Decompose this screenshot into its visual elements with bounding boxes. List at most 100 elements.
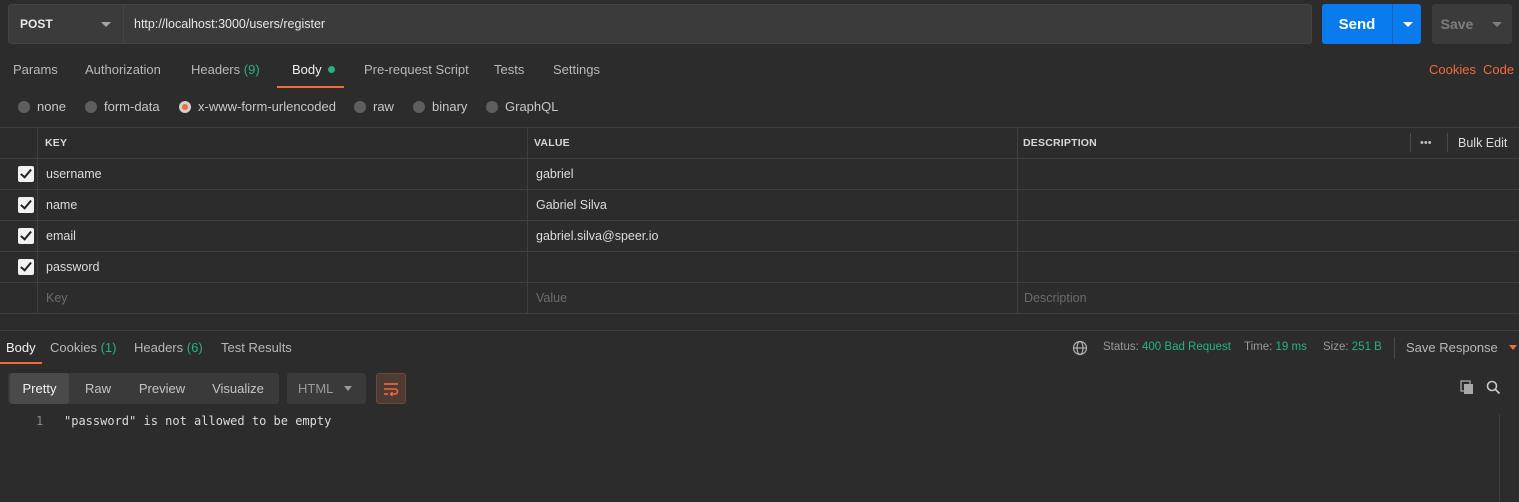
- save-options-button[interactable]: [1482, 4, 1512, 44]
- format-label: HTML: [298, 381, 334, 396]
- table-row: password: [0, 252, 1519, 283]
- table-row: email gabriel.silva@speer.io: [0, 221, 1519, 252]
- table-row: name Gabriel Silva: [0, 190, 1519, 221]
- row-checkbox[interactable]: [18, 197, 34, 213]
- save-button[interactable]: Save: [1432, 4, 1482, 44]
- row-checkbox[interactable]: [18, 228, 34, 244]
- response-tab-test-results[interactable]: Test Results: [221, 340, 292, 355]
- copy-icon[interactable]: [1460, 380, 1475, 395]
- radio-form-data[interactable]: form-data: [85, 99, 160, 114]
- tab-settings[interactable]: Settings: [553, 62, 600, 82]
- tab-tests[interactable]: Tests: [494, 62, 524, 82]
- response-status: Status: 400 Bad Request: [1103, 341, 1231, 353]
- radio-graphql[interactable]: GraphQL: [486, 99, 558, 114]
- radio-label: binary: [432, 99, 468, 114]
- response-time: Time: 19 ms: [1244, 341, 1307, 353]
- new-description-input[interactable]: Description: [1024, 283, 1087, 313]
- send-options-button[interactable]: [1392, 4, 1421, 44]
- tab-headers-label: Headers: [191, 62, 241, 77]
- cookies-link[interactable]: Cookies: [1429, 62, 1476, 82]
- param-value[interactable]: gabriel: [536, 159, 574, 189]
- radio-circle-icon: [413, 100, 425, 113]
- time-value[interactable]: 19 ms: [1276, 341, 1307, 353]
- param-key[interactable]: password: [46, 252, 100, 282]
- tab-body[interactable]: Body: [292, 62, 335, 82]
- size-label: Size:: [1323, 341, 1349, 353]
- radio-label: x-www-form-urlencoded: [198, 99, 336, 114]
- tab-params[interactable]: Params: [13, 62, 58, 82]
- table-header-row: KEY VALUE DESCRIPTION ••• Bulk Edit: [0, 128, 1519, 159]
- column-key-header: KEY: [45, 137, 68, 149]
- param-key[interactable]: name: [46, 190, 77, 220]
- tab-authorization[interactable]: Authorization: [85, 62, 161, 82]
- response-tab-cookies[interactable]: Cookies (1): [50, 340, 116, 355]
- save-response-button[interactable]: Save Response: [1406, 340, 1518, 355]
- search-icon[interactable]: [1486, 380, 1501, 395]
- radio-circle-icon: [486, 100, 498, 113]
- status-label: Status:: [1103, 341, 1139, 353]
- new-value-input[interactable]: Value: [536, 283, 567, 313]
- tab-label: Cookies: [50, 340, 97, 355]
- tab-prerequest-script[interactable]: Pre-request Script: [364, 62, 469, 82]
- row-checkbox[interactable]: [18, 166, 34, 182]
- send-button[interactable]: Send: [1322, 4, 1392, 44]
- response-body-line: "password" is not allowed to be empty: [64, 414, 332, 428]
- radio-label: none: [37, 99, 66, 114]
- param-value[interactable]: gabriel.silva@speer.io: [536, 221, 658, 251]
- radio-urlencoded[interactable]: x-www-form-urlencoded: [179, 99, 336, 114]
- column-divider: [527, 127, 528, 314]
- pane-divider[interactable]: [0, 330, 1519, 331]
- table-row-new: Key Value Description: [0, 283, 1519, 314]
- chevron-down-icon: [344, 386, 352, 391]
- radio-raw[interactable]: raw: [354, 99, 394, 114]
- status-value[interactable]: 400 Bad Request: [1142, 341, 1231, 353]
- view-visualize-button[interactable]: Visualize: [200, 373, 276, 404]
- size-value[interactable]: 251 B: [1352, 341, 1382, 353]
- bulk-edit-button[interactable]: Bulk Edit: [1458, 128, 1507, 158]
- column-description-header: DESCRIPTION: [1023, 137, 1097, 149]
- row-checkbox[interactable]: [18, 259, 34, 275]
- chevron-down-icon: [1492, 22, 1502, 27]
- chevron-down-icon: [1403, 22, 1413, 27]
- param-key[interactable]: email: [46, 221, 76, 251]
- table-row: username gabriel: [0, 159, 1519, 190]
- param-value[interactable]: Gabriel Silva: [536, 190, 607, 220]
- view-pretty-button[interactable]: Pretty: [10, 373, 69, 404]
- more-options-icon[interactable]: •••: [1420, 128, 1432, 158]
- header-divider: [1410, 133, 1411, 152]
- headers-count: (9): [243, 62, 260, 77]
- response-tab-headers[interactable]: Headers (6): [134, 340, 203, 355]
- headers-count: (6): [186, 340, 203, 355]
- radio-circle-icon: [85, 100, 97, 113]
- chevron-down-icon: [1509, 345, 1518, 350]
- column-divider: [37, 127, 38, 314]
- view-raw-button[interactable]: Raw: [72, 373, 124, 404]
- save-label: Save: [1440, 16, 1474, 32]
- scrollbar-track[interactable]: [1499, 414, 1500, 502]
- radio-binary[interactable]: binary: [413, 99, 467, 114]
- param-key[interactable]: username: [46, 159, 102, 189]
- url-input[interactable]: http://localhost:3000/users/register: [124, 4, 1312, 44]
- method-select[interactable]: POST: [8, 4, 124, 44]
- header-divider: [1447, 133, 1448, 152]
- new-key-input[interactable]: Key: [46, 283, 68, 313]
- time-label: Time:: [1244, 341, 1273, 353]
- code-link[interactable]: Code: [1483, 62, 1514, 82]
- radio-label: form-data: [104, 99, 160, 114]
- view-preview-button[interactable]: Preview: [128, 373, 196, 404]
- save-response-label: Save Response: [1406, 340, 1498, 355]
- tab-headers[interactable]: Headers (9): [191, 62, 260, 82]
- wrap-lines-icon: [384, 382, 399, 396]
- send-label: Send: [1338, 15, 1376, 33]
- format-select[interactable]: HTML: [287, 373, 366, 404]
- method-label: POST: [20, 17, 53, 31]
- radio-label: GraphQL: [505, 99, 559, 114]
- radio-none[interactable]: none: [18, 99, 66, 114]
- globe-icon[interactable]: [1072, 340, 1088, 356]
- active-tab-indicator: [277, 86, 344, 88]
- radio-circle-icon: [18, 100, 30, 113]
- tab-label: Headers: [134, 340, 184, 355]
- response-tab-body[interactable]: Body: [6, 340, 36, 355]
- active-tab-indicator: [0, 362, 42, 364]
- wrap-lines-button[interactable]: [376, 373, 406, 404]
